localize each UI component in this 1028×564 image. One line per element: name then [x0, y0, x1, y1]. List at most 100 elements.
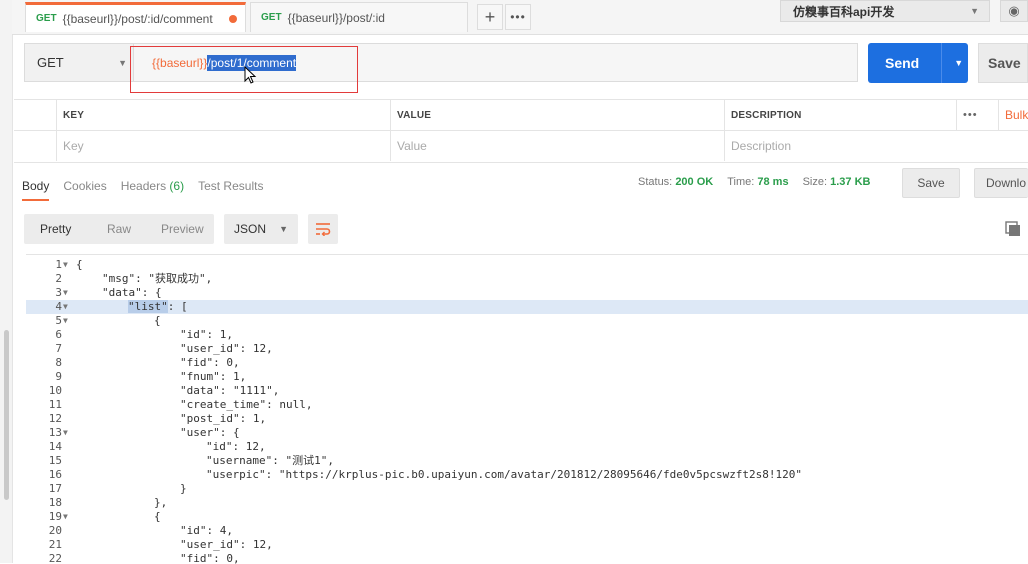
line-number: 1 [55, 258, 62, 271]
format-select[interactable]: JSON ▼ [224, 214, 298, 244]
bulk-edit-link[interactable]: Bulk [998, 100, 1028, 130]
copy-icon[interactable] [1004, 220, 1022, 238]
code-text: "data": { [102, 286, 162, 300]
line-number: 10 [48, 384, 62, 397]
new-tab-button[interactable]: + [477, 4, 503, 30]
line-number: 6 [55, 328, 62, 341]
fold-toggle-icon[interactable]: ▼ [63, 314, 68, 328]
save-label: Save [988, 55, 1021, 71]
save-response-button[interactable]: Save [902, 168, 960, 198]
plus-icon: + [484, 6, 496, 27]
key-header: KEY [56, 100, 390, 130]
more-icon: ••• [510, 10, 526, 24]
environment-select[interactable]: 仿糗事百科api开发 ▼ [780, 0, 990, 22]
key-input[interactable]: Key [56, 131, 390, 161]
json-key: "user_id" [180, 342, 240, 355]
json-key: "id" [180, 328, 207, 341]
tab-cookies[interactable]: Cookies [63, 179, 106, 193]
code-line: 22 "fid": 0, [26, 552, 1028, 564]
raw-button[interactable]: Raw [87, 222, 150, 236]
json-value: : "获取成功", [135, 272, 213, 285]
wrap-lines-button[interactable] [308, 214, 338, 244]
download-button[interactable]: Downlo [974, 168, 1028, 198]
request-tab-active[interactable]: GET {{baseurl}}/post/:id/comment [25, 2, 246, 32]
code-line: 21 "user_id": 12, [26, 538, 1028, 552]
fold-toggle-icon[interactable]: ▼ [63, 510, 68, 524]
json-value: : null, [266, 398, 313, 411]
response-body-code[interactable]: 1 ▼{2 "msg": "获取成功", 3 ▼ "data": {4 ▼ "list": [… [26, 254, 1028, 564]
response-tabs: Body Cookies Headers (6) Test Results [22, 176, 263, 201]
code-line: 17} [26, 482, 1028, 496]
code-line: 16 "userpic": "https://krplus-pic.b0.upai… [26, 468, 1028, 482]
left-scrollbar-thumb[interactable] [4, 330, 9, 500]
json-value: : 12, [239, 538, 273, 551]
code-line: 2 "msg": "获取成功", [26, 272, 1028, 286]
json-value: : { [219, 426, 240, 439]
preview-button[interactable]: Preview [151, 222, 214, 236]
line-number: 2 [55, 272, 62, 285]
code-text: "fid": 0, [180, 356, 240, 370]
method-select[interactable]: GET ▼ [24, 43, 134, 82]
line-number: 7 [55, 342, 62, 355]
json-key: "fnum" [180, 370, 220, 383]
code-text: "create_time": null, [180, 398, 312, 412]
line-number: 16 [48, 468, 62, 481]
code-text: "user": { [180, 426, 240, 440]
tab-headers[interactable]: Headers (6) [121, 179, 184, 193]
tab-options-button[interactable]: ••• [505, 4, 531, 30]
response-stats: Status: 200 OK Time: 78 ms Size: 1.37 KB [638, 176, 870, 188]
json-value: }, [154, 496, 168, 509]
json-value: : "https://krplus-pic.b0.upaiyun.com/ava… [265, 468, 803, 481]
save-request-button[interactable]: Save [978, 43, 1028, 83]
json-value: : 0, [213, 552, 240, 564]
headers-count: (6) [169, 179, 185, 193]
more-icon[interactable]: ••• [956, 100, 998, 130]
line-number: 9 [55, 370, 62, 383]
line-number: 11 [48, 398, 62, 411]
json-value: } [180, 482, 187, 495]
json-value: : { [141, 286, 162, 299]
line-number: 18 [48, 496, 62, 509]
mouse-cursor-icon [244, 66, 257, 84]
line-number: 20 [48, 524, 62, 537]
code-text: { [154, 314, 161, 328]
size-label: Size: [802, 176, 828, 188]
json-key: "username" [206, 454, 273, 467]
code-text: "id": 12, [206, 440, 266, 454]
code-text: { [76, 258, 83, 272]
code-line: 6 "id": 1, [26, 328, 1028, 342]
send-label: Send [885, 55, 920, 71]
fold-toggle-icon[interactable]: ▼ [63, 258, 68, 272]
code-text: } [180, 482, 187, 496]
json-key: "id" [180, 524, 207, 537]
request-tab[interactable]: GET {{baseurl}}/post/:id [250, 2, 468, 32]
chevron-down-icon[interactable]: ▼ [954, 58, 963, 68]
code-text: "fid": 0, [180, 552, 240, 564]
pretty-button[interactable]: Pretty [24, 222, 87, 236]
send-button[interactable]: Send ▼ [868, 43, 968, 83]
json-key: "list" [128, 300, 168, 313]
code-line: 12 "post_id": 1, [26, 412, 1028, 426]
value-input[interactable]: Value [390, 131, 724, 161]
size-value: 1.37 KB [830, 176, 871, 188]
code-text: "userpic": "https://krplus-pic.b0.upaiyu… [206, 468, 802, 482]
tab-method: GET [36, 13, 57, 24]
checkbox-column [14, 100, 56, 130]
code-line: 1 ▼ { [26, 258, 1028, 272]
json-key: "user" [180, 426, 220, 439]
tab-body[interactable]: Body [22, 179, 50, 201]
fold-toggle-icon[interactable]: ▼ [63, 300, 68, 314]
json-value: : 4, [206, 524, 234, 537]
json-value: : "测试1", [272, 454, 334, 467]
json-value: { [154, 510, 161, 523]
fold-toggle-icon[interactable]: ▼ [63, 286, 68, 300]
json-value: : 1, [219, 370, 247, 383]
code-line: 3 ▼ "data": { [26, 286, 1028, 300]
method-label: GET [37, 55, 64, 70]
code-line: 15 "username": "测试1", [26, 454, 1028, 468]
fold-toggle-icon[interactable]: ▼ [63, 426, 68, 440]
description-input[interactable]: Description [724, 131, 1028, 161]
tab-test-results[interactable]: Test Results [198, 179, 263, 193]
code-text: "user_id": 12, [180, 538, 273, 552]
environment-quick-look-button[interactable]: ◉ [1000, 0, 1028, 22]
